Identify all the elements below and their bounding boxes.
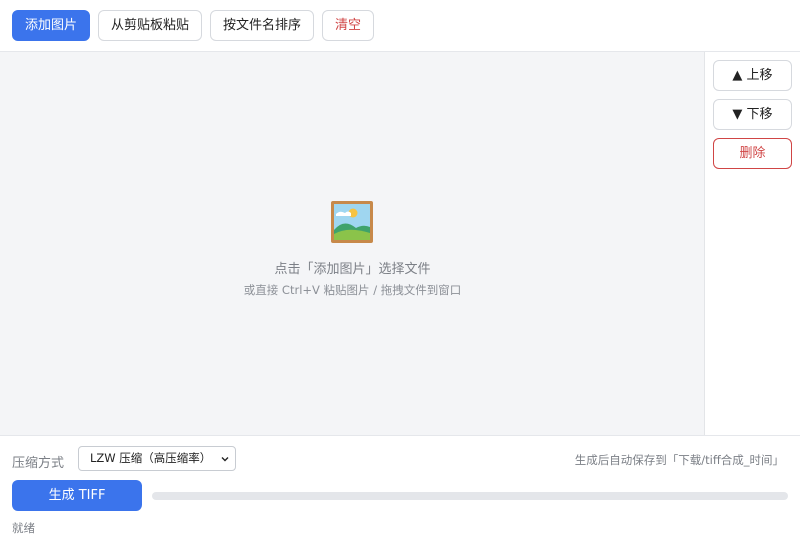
dropzone-hint: 点击「添加图片」选择文件 xyxy=(274,262,431,277)
progress-bar xyxy=(152,492,788,500)
compress-label: 压缩方式 xyxy=(12,456,65,471)
framed-picture-icon xyxy=(331,201,373,243)
add-images-button[interactable]: 添加图片 xyxy=(12,10,90,41)
generate-tiff-button[interactable]: 生成 TIFF xyxy=(12,480,142,511)
save-location-note: 生成后自动保存到「下载/tiff合成_时间」 xyxy=(574,453,784,467)
compress-select-value: LZW 压缩（高压缩率） xyxy=(90,451,212,465)
compress-select[interactable]: LZW 压缩（高压缩率） xyxy=(78,446,236,471)
chevron-down-icon xyxy=(221,457,229,462)
paste-clipboard-button[interactable]: 从剪贴板粘贴 xyxy=(98,10,202,41)
move-up-button[interactable]: ▲ 上移 xyxy=(713,60,792,91)
app-window: 添加图片 从剪贴板粘贴 按文件名排序 清空 点击「添加图片」选择文件 或直接 C… xyxy=(0,0,800,544)
order-sidebar: ▲ 上移 ▼ 下移 删除 xyxy=(705,52,800,435)
image-dropzone[interactable]: 点击「添加图片」选择文件 或直接 Ctrl+V 粘贴图片 / 拖拽文件到窗口 xyxy=(0,52,705,435)
status-text: 就绪 xyxy=(12,521,35,535)
clear-button[interactable]: 清空 xyxy=(322,10,374,41)
bottom-panel: 压缩方式 LZW 压缩（高压缩率） 生成后自动保存到「下载/tiff合成_时间」… xyxy=(0,435,800,544)
sort-by-name-button[interactable]: 按文件名排序 xyxy=(210,10,314,41)
delete-button[interactable]: 删除 xyxy=(713,138,792,169)
toolbar: 添加图片 从剪贴板粘贴 按文件名排序 清空 xyxy=(0,0,800,52)
move-down-button[interactable]: ▼ 下移 xyxy=(713,99,792,130)
dropzone-subhint: 或直接 Ctrl+V 粘贴图片 / 拖拽文件到窗口 xyxy=(243,283,462,297)
